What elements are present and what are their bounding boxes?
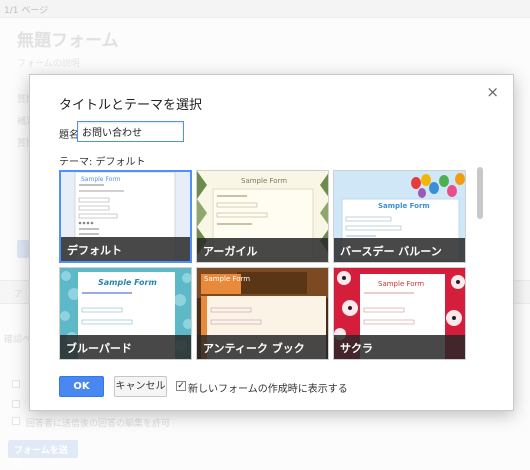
theme-grid: Sample Form デフォルト Sample Form アーガイル Samp… [59, 170, 467, 360]
preview-title: Sample Form [98, 278, 157, 287]
dialog-title: タイトルとテーマを選択 [59, 98, 203, 113]
show-on-new-form-label: 新しいフォームの作成時に表示する [188, 384, 348, 395]
preview-title: Sample Form [378, 202, 430, 210]
theme-tile-sakura[interactable]: Sample Form サクラ [333, 267, 466, 360]
theme-label-birthday-balloon: バースデー バルーン [334, 238, 465, 262]
close-icon[interactable]: × [486, 83, 499, 101]
theme-label-default: デフォルト [61, 237, 190, 261]
show-on-new-form-checkbox[interactable]: ✓ [176, 381, 186, 391]
theme-tile-birthday-balloon[interactable]: Sample Form バースデー バルーン [333, 170, 466, 263]
theme-label-antique-book: アンティーク ブック [197, 335, 328, 359]
theme-label: テーマ: デフォルト [59, 157, 146, 168]
theme-tile-antique-book[interactable]: Sample Form アンティーク ブック [196, 267, 329, 360]
theme-label-argyle: アーガイル [197, 238, 328, 262]
form-name-input[interactable] [77, 121, 184, 142]
theme-tile-bluebird[interactable]: Sample Form ブルーパード [59, 267, 192, 360]
ok-button[interactable]: OK [59, 376, 104, 397]
preview-title: Sample Form [204, 275, 251, 283]
theme-label-bluebird: ブルーパード [60, 335, 191, 359]
theme-scrollbar[interactable] [477, 167, 483, 219]
name-label: 題名 [59, 130, 79, 141]
preview-title: Sample Form [378, 280, 425, 288]
theme-dialog: タイトルとテーマを選択 × 題名 テーマ: デフォルト Sample Form … [29, 74, 514, 411]
theme-tile-default[interactable]: Sample Form デフォルト [59, 170, 192, 263]
preview-title: Sample Form [241, 177, 288, 185]
preview-title: Sample Form [81, 176, 121, 183]
cancel-button[interactable]: キャンセル [114, 376, 167, 397]
theme-tile-argyle[interactable]: Sample Form アーガイル [196, 170, 329, 263]
theme-label-sakura: サクラ [334, 335, 465, 359]
